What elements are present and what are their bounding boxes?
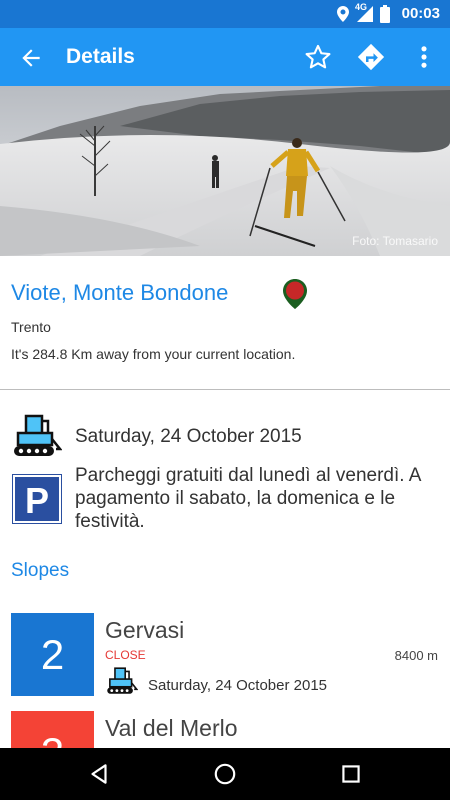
slope-name: Gervasi [105, 617, 185, 643]
directions-icon[interactable] [356, 42, 386, 72]
nav-home-icon[interactable] [212, 761, 238, 787]
star-outline-icon[interactable] [304, 43, 332, 71]
system-nav-bar [0, 748, 450, 800]
status-bar: 4G 00:03 [0, 0, 450, 28]
clock: 00:03 [401, 5, 440, 22]
divider [0, 389, 450, 390]
parking-icon: P [12, 474, 62, 524]
slope-number-badge: 3 [11, 711, 94, 748]
battery-icon [380, 5, 390, 23]
distance-label: It's 284.8 Km away from your current loc… [11, 346, 296, 362]
app-bar: Details [0, 28, 450, 86]
snowcat-icon [107, 667, 138, 694]
slope-item[interactable]: 3 Val del Merlo [0, 711, 450, 748]
parking-info: Parcheggi gratuiti dal lunedì al venerdì… [75, 465, 421, 532]
page-title: Details [66, 45, 135, 68]
location-icon [337, 6, 349, 22]
nav-recents-icon[interactable] [338, 761, 364, 787]
last-update-date: Saturday, 24 October 2015 [75, 426, 302, 447]
place-name: Viote, Monte Bondone [11, 280, 229, 305]
slope-name: Val del Merlo [105, 715, 238, 741]
slope-item[interactable]: 2 Gervasi CLOSE 8400 m Saturday, 24 Octo… [0, 613, 450, 699]
overflow-menu-icon[interactable] [410, 43, 438, 71]
svg-text:P: P [25, 480, 49, 521]
ski-landscape-image [0, 86, 450, 256]
slopes-section-title: Slopes [11, 560, 70, 581]
photo-credit: Foto: Tomasario [352, 234, 438, 248]
back-arrow-icon[interactable] [18, 45, 44, 71]
map-pin-icon[interactable] [283, 279, 307, 309]
nav-back-icon[interactable] [86, 761, 112, 787]
city-label: Trento [11, 319, 51, 335]
slope-status: CLOSE [105, 648, 146, 662]
snowcat-icon [14, 414, 62, 456]
slope-groomed-date: Saturday, 24 October 2015 [148, 677, 328, 694]
place-info: Viote, Monte Bondone Trento It's 284.8 K… [0, 256, 450, 390]
signal-icon [357, 6, 373, 22]
slope-number-badge: 2 [11, 613, 94, 696]
slope-length: 8400 m [394, 648, 438, 663]
hero-image: Foto: Tomasario [0, 86, 450, 256]
